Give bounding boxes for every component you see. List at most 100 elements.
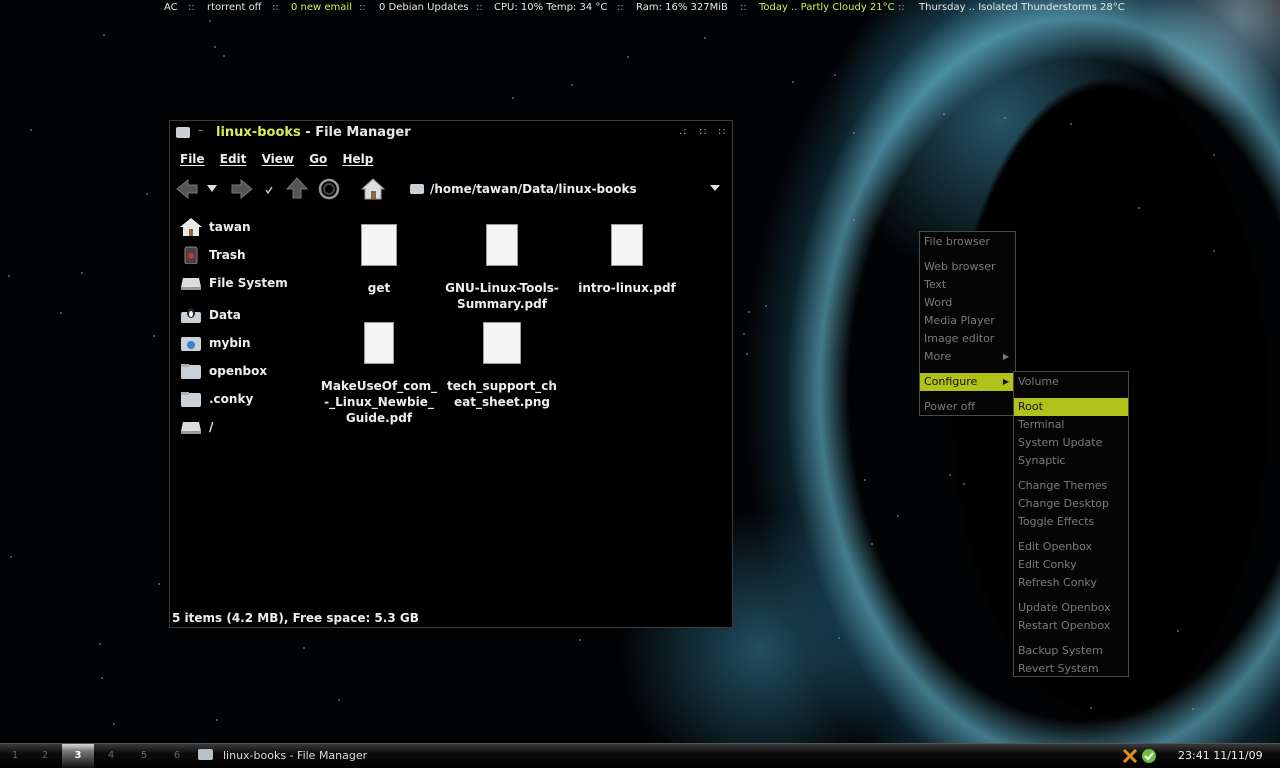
star	[146, 193, 148, 195]
window-titlebar[interactable]: – linux-books - File Manager .: :: ::	[170, 121, 732, 145]
file-item[interactable]: GNU-Linux-Tools-Summary.pdf	[443, 224, 561, 312]
workspace-4[interactable]: 4	[95, 744, 127, 768]
menu-item-web-browser[interactable]: Web browser	[920, 258, 1015, 276]
reload-icon[interactable]	[317, 177, 341, 201]
menu-item-terminal[interactable]: Terminal	[1014, 416, 1128, 434]
maximize-button[interactable]: ::	[699, 126, 708, 137]
star	[8, 275, 10, 277]
menu-item-toggle-effects[interactable]: Toggle Effects	[1014, 513, 1128, 531]
menu-item-edit-conky[interactable]: Edit Conky	[1014, 556, 1128, 574]
folder-icon	[181, 364, 201, 379]
menu-item-configure[interactable]: Configure ▶	[920, 373, 1015, 391]
workspace-5[interactable]: 5	[128, 744, 160, 768]
star	[10, 556, 12, 558]
menu-item-image-editor[interactable]: Image editor	[920, 330, 1015, 348]
back-arrow-icon[interactable]	[176, 179, 198, 199]
star	[897, 515, 899, 517]
workspace-2[interactable]: 2	[29, 744, 61, 768]
star	[853, 132, 855, 134]
iconify-button[interactable]: .:	[679, 126, 688, 137]
cpu-status: CPU: 10% Temp: 34 °C	[494, 2, 608, 13]
updates-status: 0 Debian Updates	[379, 2, 469, 13]
linux-drive-icon	[181, 308, 201, 323]
menu-item-media-player[interactable]: Media Player	[920, 312, 1015, 330]
star	[209, 20, 211, 22]
workspace-6[interactable]: 6	[161, 744, 193, 768]
star	[1192, 708, 1194, 710]
star	[838, 637, 840, 639]
sidebar-item-label: Data	[209, 308, 241, 322]
path-dropdown-icon[interactable]	[710, 185, 720, 191]
menu-item-more[interactable]: More ▶	[920, 348, 1015, 366]
star	[60, 312, 62, 314]
submenu-arrow-icon: ▶	[1002, 377, 1009, 386]
menu-item-restart-openbox[interactable]: Restart Openbox	[1014, 617, 1128, 635]
star	[748, 311, 750, 313]
window-folder-icon[interactable]	[176, 127, 190, 138]
menu-item-word[interactable]: Word	[920, 294, 1015, 312]
home-icon[interactable]	[361, 177, 385, 201]
star	[1213, 250, 1215, 252]
menu-go[interactable]: Go	[309, 152, 327, 166]
menu-view[interactable]: View	[262, 152, 294, 166]
drive-icon	[181, 422, 201, 434]
workspace-3[interactable]: 3	[62, 744, 94, 768]
forward-arrow-icon[interactable]	[231, 179, 253, 199]
star	[113, 723, 115, 725]
menu-file[interactable]: File	[180, 152, 205, 166]
task-label: linux-books - File Manager	[223, 749, 368, 762]
separator: ::	[272, 2, 279, 13]
forward-history-dropdown-icon[interactable]	[265, 186, 273, 194]
menu-item-text[interactable]: Text	[920, 276, 1015, 294]
menu-item-volume[interactable]: Volume	[1014, 373, 1128, 391]
file-item[interactable]: MakeUseOf_com_-_Linux_Newbie_Guide.pdf	[320, 322, 438, 426]
taskbar-task-file-manager[interactable]: linux-books - File Manager	[198, 746, 367, 766]
weather-thursday: Thursday .. Isolated Thunderstorms 28°C	[919, 2, 1125, 13]
menu-item-change-themes[interactable]: Change Themes	[1014, 477, 1128, 495]
star	[223, 55, 225, 57]
file-name: tech_support_cheat_sheet.png	[447, 379, 557, 409]
sidebar-item-label: tawan	[209, 220, 251, 234]
menu-item-system-update[interactable]: System Update	[1014, 434, 1128, 452]
shade-button[interactable]: –	[198, 125, 203, 136]
window-title: linux-books - File Manager	[216, 125, 411, 140]
root-menu: File browser Web browser Text Word Media…	[919, 231, 1016, 416]
star	[1138, 207, 1140, 209]
menu-item-root[interactable]: Root	[1014, 398, 1128, 416]
conky-status-bar: AC :: rtorrent off :: 0 new email :: 0 D…	[0, 0, 1280, 16]
email-status: 0 new email	[291, 2, 352, 13]
file-item[interactable]: get	[320, 224, 438, 296]
star	[30, 129, 32, 131]
menu-help[interactable]: Help	[342, 152, 373, 166]
menu-item-edit-openbox[interactable]: Edit Openbox	[1014, 538, 1128, 556]
file-manager-window[interactable]: – linux-books - File Manager .: :: :: Fi…	[169, 120, 733, 628]
menu-item-change-desktop[interactable]: Change Desktop	[1014, 495, 1128, 513]
menu-item-update-openbox[interactable]: Update Openbox	[1014, 599, 1128, 617]
home-folder-icon	[180, 218, 202, 236]
star	[743, 333, 745, 335]
workspace-1[interactable]: 1	[0, 744, 31, 768]
menu-item-file-browser[interactable]: File browser	[920, 233, 1015, 251]
menu-item-synaptic[interactable]: Synaptic	[1014, 452, 1128, 470]
back-history-dropdown-icon[interactable]	[207, 185, 217, 193]
file-item[interactable]: tech_support_cheat_sheet.png	[443, 322, 561, 410]
path-bar[interactable]: /home/tawan/Data/linux-books	[410, 182, 637, 196]
file-icon-view[interactable]: get GNU-Linux-Tools-Summary.pdf intro-li…	[315, 221, 725, 521]
menu-item-power-off[interactable]: Power off	[920, 398, 1015, 416]
star	[101, 677, 103, 679]
menu-item-refresh-conky[interactable]: Refresh Conky	[1014, 574, 1128, 592]
close-button[interactable]: ::	[718, 126, 727, 137]
up-arrow-icon[interactable]	[286, 177, 308, 199]
menu-item-revert-system[interactable]: Revert System	[1014, 660, 1128, 678]
star	[158, 583, 160, 585]
menu-edit[interactable]: Edit	[220, 152, 247, 166]
sidebar-item-label: Trash	[209, 248, 246, 262]
menu-item-backup-system[interactable]: Backup System	[1014, 642, 1128, 660]
file-item[interactable]: intro-linux.pdf	[568, 224, 686, 296]
star	[99, 643, 101, 645]
star	[627, 56, 629, 58]
update-notifier-tray-icon[interactable]	[1141, 748, 1157, 764]
pdf-thumbnail-icon	[611, 224, 643, 266]
network-tray-icon[interactable]	[1122, 748, 1138, 764]
star	[1090, 707, 1092, 709]
